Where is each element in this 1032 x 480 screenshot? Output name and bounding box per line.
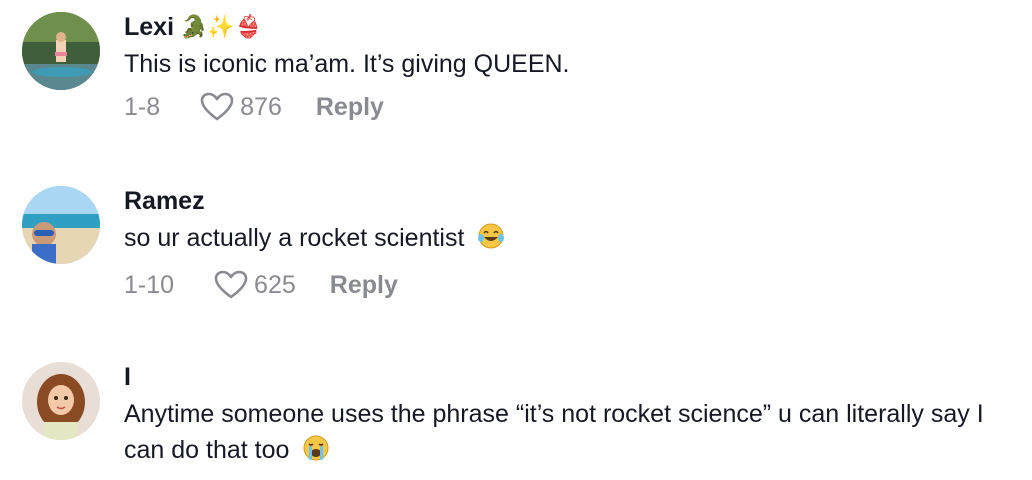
- comment-text: Anytime someone uses the phrase “it’s no…: [124, 400, 984, 464]
- comment-text-row: so ur actually a rocket scientist: [124, 220, 1012, 260]
- comment-text: so ur actually a rocket scientist: [124, 224, 465, 252]
- heart-outline-icon: [200, 92, 234, 121]
- username-row: I: [124, 362, 1012, 392]
- comment-text-row: Anytime someone uses the phrase “it’s no…: [124, 396, 1012, 472]
- avatar[interactable]: [22, 362, 100, 440]
- heart-outline-icon: [214, 270, 248, 299]
- username-emojis: 🐊✨👙: [180, 14, 263, 39]
- comment-date: 1-8: [124, 92, 161, 121]
- comment-meta: 1-10 625 Reply: [124, 268, 1012, 302]
- like-count: 625: [254, 270, 296, 299]
- comment-meta: 1-8 876 Reply: [124, 90, 1012, 124]
- avatar[interactable]: [22, 186, 100, 264]
- comment-text: This is iconic ma’am. It’s giving QUEEN.: [124, 50, 570, 78]
- username[interactable]: Lexi: [124, 12, 174, 42]
- username-row: Lexi 🐊✨👙: [124, 12, 1012, 42]
- username[interactable]: Ramez: [124, 186, 205, 216]
- username[interactable]: I: [124, 362, 131, 392]
- comment-item: Ramez so ur actually a rocket scientist …: [0, 186, 1032, 336]
- laughing-tears-icon: [477, 222, 505, 260]
- like-button[interactable]: 876: [200, 92, 282, 122]
- reply-button[interactable]: Reply: [316, 93, 384, 122]
- comment-date: 1-10: [124, 270, 175, 299]
- reply-button[interactable]: Reply: [330, 271, 398, 300]
- like-count: 876: [240, 92, 282, 121]
- comment-item: I Anytime someone uses the phrase “it’s …: [0, 362, 1032, 480]
- avatar[interactable]: [22, 12, 100, 90]
- like-button[interactable]: 625: [214, 270, 296, 300]
- comment-item: Lexi 🐊✨👙 This is iconic ma’am. It’s givi…: [0, 12, 1032, 162]
- crying-icon: [302, 434, 330, 472]
- username-row: Ramez: [124, 186, 1012, 216]
